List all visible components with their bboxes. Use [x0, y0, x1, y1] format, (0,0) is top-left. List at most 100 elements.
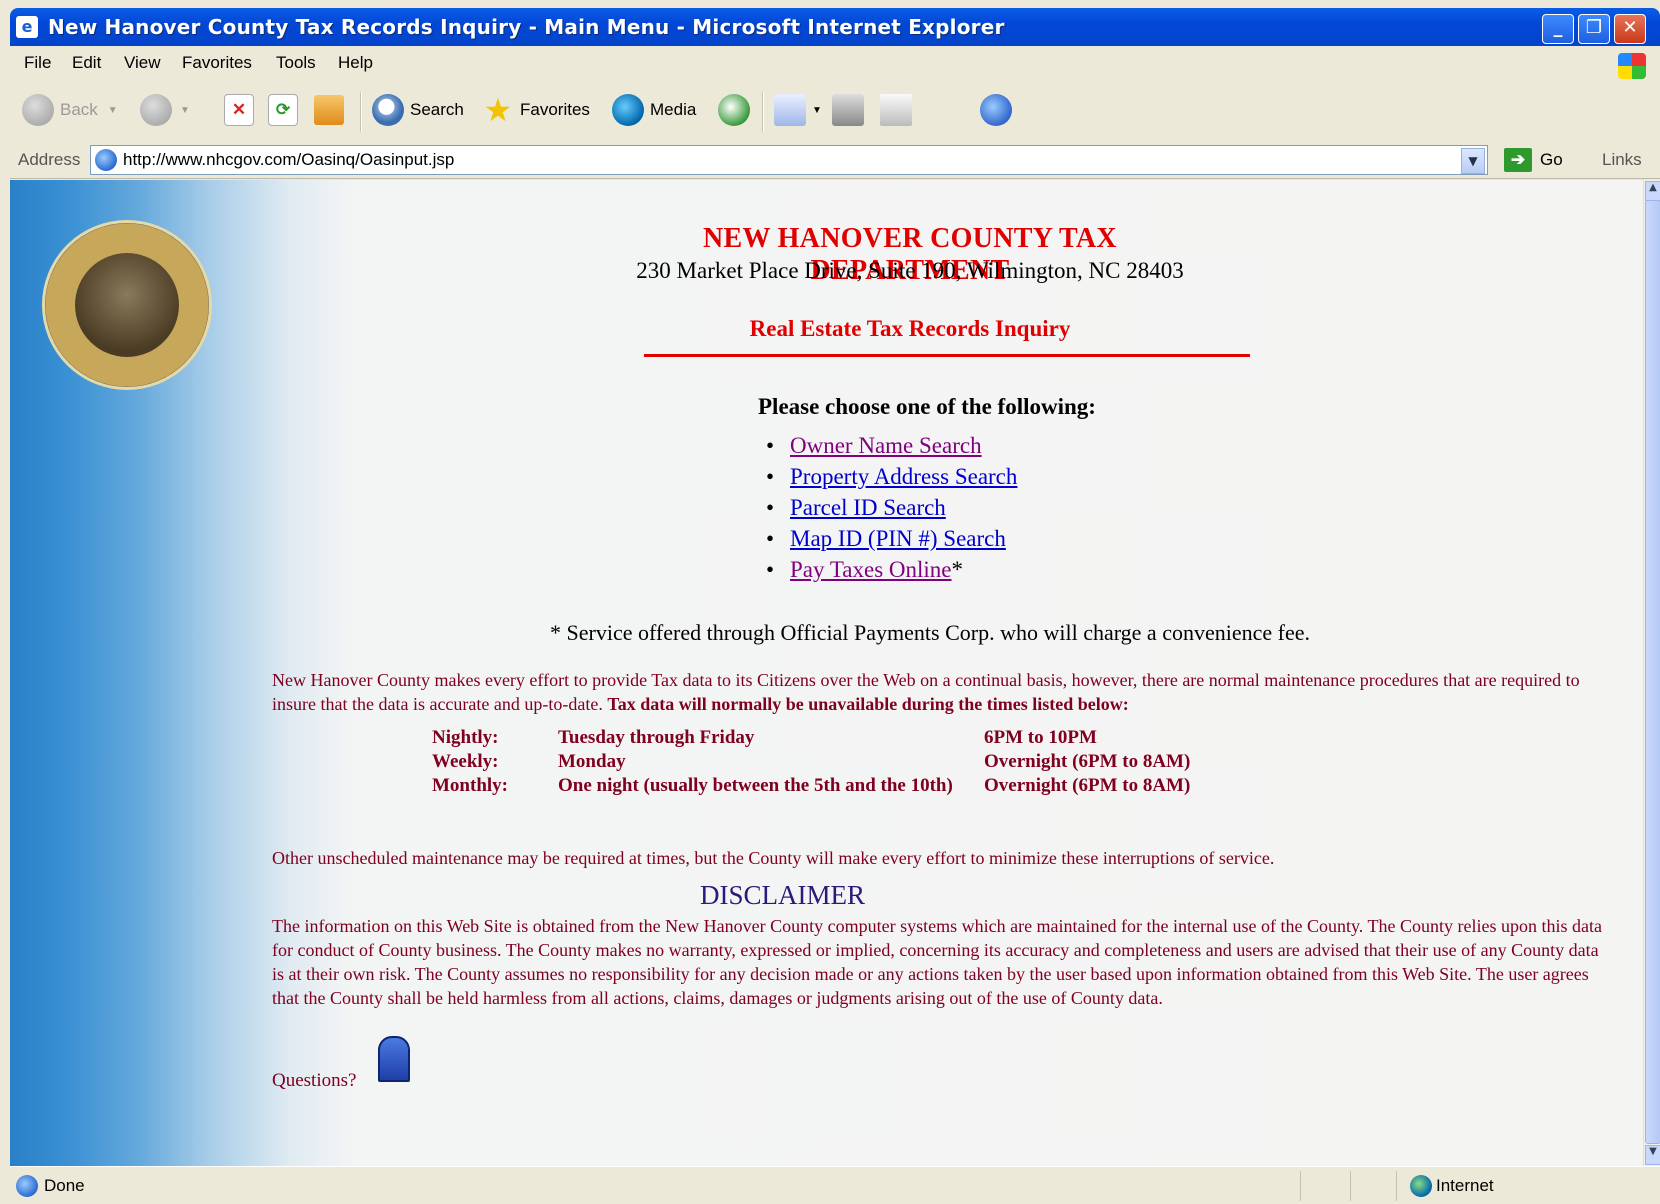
mail-icon	[774, 94, 806, 126]
internet-zone-icon	[1410, 1175, 1432, 1197]
mail-button[interactable]: ▼	[774, 90, 822, 130]
links-button[interactable]: Links	[1602, 150, 1642, 170]
messenger-icon	[980, 94, 1012, 126]
page-icon	[95, 149, 117, 171]
schedule-time: 6PM to 10PM	[984, 727, 1097, 748]
fee-note: * Service offered through Official Payme…	[550, 620, 1310, 645]
scroll-thumb[interactable]	[1645, 200, 1660, 1144]
schedule-time: Overnight (6PM to 8AM)	[984, 751, 1191, 772]
toolbar: Back ▼ ▼ ✕ ⟳ Search ★ Favorites Media ▼	[10, 80, 1660, 562]
menu-tools[interactable]: Tools	[276, 53, 316, 73]
seal-ship-image	[75, 253, 179, 357]
home-icon	[314, 95, 344, 125]
windows-logo-icon	[1618, 53, 1646, 79]
vertical-scrollbar[interactable]: ▲ ▼	[1643, 180, 1660, 1166]
print-icon	[832, 94, 864, 126]
edit-button[interactable]	[880, 90, 918, 130]
list-item: Property Address Search	[762, 461, 1017, 492]
status-bar: Done Internet	[10, 1166, 1660, 1204]
schedule-days: One night (usually between the 5th and t…	[558, 775, 953, 796]
disclaimer-text: The information on this Web Site is obta…	[272, 916, 1602, 1008]
forward-button[interactable]: ▼	[140, 90, 190, 130]
schedule-period: Nightly:	[432, 727, 499, 748]
menu-help[interactable]: Help	[338, 53, 373, 73]
owner-name-search-link[interactable]: Owner Name Search	[790, 433, 982, 458]
mailbox-icon[interactable]	[378, 1036, 410, 1082]
schedule-days: Tuesday through Friday	[558, 727, 755, 748]
toolbar-separator	[762, 92, 764, 132]
menu-favorites[interactable]: Favorites	[182, 53, 252, 73]
scroll-up-icon[interactable]: ▲	[1645, 181, 1660, 201]
media-label: Media	[650, 100, 697, 119]
minimize-button[interactable]: _	[1542, 14, 1574, 44]
print-button[interactable]	[832, 90, 870, 130]
stop-button[interactable]: ✕	[224, 90, 260, 130]
menu-bar: File Edit View Favorites Tools Help	[10, 46, 1660, 81]
go-button[interactable]: ➔ Go	[1504, 148, 1563, 172]
restore-button[interactable]: ❐	[1578, 14, 1610, 44]
pay-taxes-online-link[interactable]: Pay Taxes Online	[790, 557, 952, 582]
favorites-button[interactable]: ★ Favorites	[482, 90, 590, 130]
list-item: Pay Taxes Online*	[762, 554, 1017, 585]
history-icon	[718, 94, 750, 126]
refresh-button[interactable]: ⟳	[268, 90, 304, 130]
address-url: http://www.nhcgov.com/Oasinq/Oasinput.js…	[123, 150, 455, 169]
search-icon	[372, 94, 404, 126]
security-zone: Internet	[1436, 1176, 1494, 1195]
stop-icon: ✕	[224, 94, 254, 126]
map-id-search-link[interactable]: Map ID (PIN #) Search	[790, 526, 1006, 551]
close-button[interactable]: ✕	[1614, 14, 1646, 44]
page-content: NEW HANOVER COUNTY TAX DEPARTMENT 230 Ma…	[10, 180, 1646, 1166]
go-label: Go	[1540, 150, 1563, 169]
edit-page-icon	[880, 94, 912, 126]
go-arrow-icon: ➔	[1504, 148, 1532, 172]
county-seal-logo	[42, 220, 212, 390]
scroll-down-icon[interactable]: ▼	[1645, 1145, 1660, 1165]
back-label: Back	[60, 100, 98, 119]
property-address-search-link[interactable]: Property Address Search	[790, 464, 1017, 489]
unscheduled-maintenance-text: Other unscheduled maintenance may be req…	[272, 848, 1275, 868]
menu-edit[interactable]: Edit	[72, 53, 101, 73]
favorites-star-icon: ★	[483, 92, 513, 128]
status-page-icon	[16, 1175, 38, 1197]
search-options-list: Owner Name Search Property Address Searc…	[762, 430, 1017, 585]
list-item: Parcel ID Search	[762, 492, 1017, 523]
refresh-icon: ⟳	[268, 94, 298, 126]
schedule-time: Overnight (6PM to 8AM)	[984, 775, 1191, 796]
department-address: 230 Market Place Drive, Suite 190, Wilmi…	[636, 258, 1184, 283]
address-label: Address	[18, 150, 81, 169]
maintenance-notice: New Hanover County makes every effort to…	[272, 668, 1592, 716]
fee-asterisk: *	[951, 557, 964, 582]
maintenance-bold-text: Tax data will normally be unavailable du…	[607, 694, 1129, 714]
forward-arrow-icon	[140, 94, 172, 126]
table-row: Nightly: Tuesday through Friday 6PM to 1…	[432, 726, 1190, 750]
status-divider	[1396, 1171, 1397, 1201]
status-divider	[1300, 1171, 1301, 1201]
search-label: Search	[410, 100, 464, 119]
browser-window: e New Hanover County Tax Records Inquiry…	[0, 0, 1660, 1204]
window-title: New Hanover County Tax Records Inquiry -…	[48, 15, 1005, 39]
menu-view[interactable]: View	[124, 53, 161, 73]
parcel-id-search-link[interactable]: Parcel ID Search	[790, 495, 946, 520]
home-button[interactable]	[314, 90, 350, 130]
questions-link[interactable]: Questions?	[272, 1070, 356, 1092]
status-divider	[1350, 1171, 1351, 1201]
status-text: Done	[44, 1176, 85, 1195]
media-button[interactable]: Media	[612, 90, 696, 130]
table-row: Monthly: One night (usually between the …	[432, 774, 1190, 798]
address-dropdown-icon[interactable]: ▼	[1461, 148, 1485, 174]
back-button[interactable]: Back ▼	[22, 90, 118, 130]
toolbar-separator	[360, 92, 362, 132]
schedule-days: Monday	[558, 751, 626, 772]
heading-divider	[644, 354, 1250, 357]
menu-file[interactable]: File	[24, 53, 51, 73]
title-bar[interactable]: e New Hanover County Tax Records Inquiry…	[10, 8, 1660, 46]
table-row: Weekly: Monday Overnight (6PM to 8AM)	[432, 750, 1190, 774]
messenger-button[interactable]	[980, 90, 1018, 130]
page-subheading: Real Estate Tax Records Inquiry	[749, 316, 1071, 341]
history-button[interactable]	[718, 90, 756, 130]
search-button[interactable]: Search	[372, 90, 464, 130]
ie-page-icon: e	[16, 16, 38, 38]
schedule-period: Weekly:	[432, 751, 499, 772]
address-input[interactable]: http://www.nhcgov.com/Oasinq/Oasinput.js…	[90, 145, 1488, 175]
